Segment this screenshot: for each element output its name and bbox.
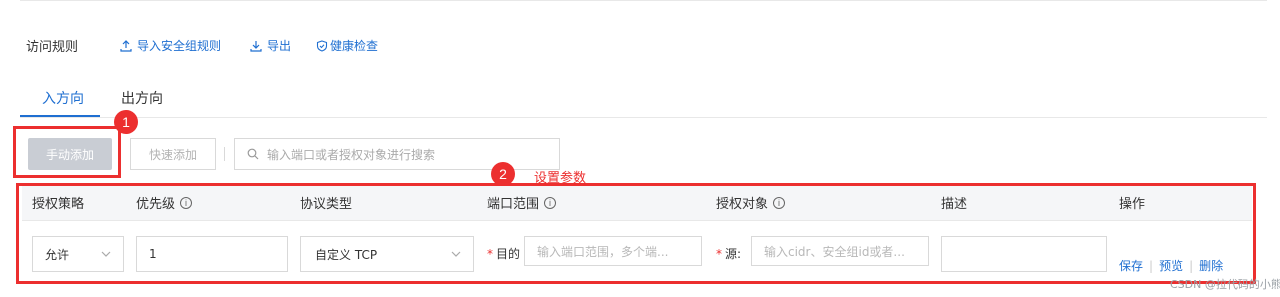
annotation-box-1 xyxy=(13,126,121,178)
tab-outbound[interactable]: 出方向 xyxy=(121,88,163,108)
search-icon xyxy=(247,148,259,160)
watermark: CSDN @拉代码的小熊 xyxy=(1170,278,1280,291)
export-link[interactable]: 导出 xyxy=(250,37,291,54)
export-label: 导出 xyxy=(267,39,292,53)
health-check-link[interactable]: 健康检查 xyxy=(316,37,378,54)
toolbar-separator xyxy=(224,147,225,161)
health-check-label: 健康检查 xyxy=(330,39,379,53)
tab-inbound[interactable]: 入方向 xyxy=(42,88,84,108)
import-rules-link[interactable]: 导入安全组规则 xyxy=(120,37,221,54)
annotation-box-2 xyxy=(16,183,1256,284)
quick-add-button[interactable]: 快速添加 xyxy=(130,138,216,170)
tab-divider xyxy=(20,117,1267,118)
top-divider xyxy=(20,0,1267,1)
upload-icon xyxy=(120,39,132,52)
section-title: 访问规则 xyxy=(26,40,79,55)
annotation-badge-2: 2 xyxy=(491,162,515,186)
import-rules-label: 导入安全组规则 xyxy=(137,39,222,53)
shield-check-icon xyxy=(316,39,328,52)
download-icon xyxy=(250,40,262,52)
annotation-label-set-params: 设置参数 xyxy=(534,171,587,186)
tab-active-indicator xyxy=(20,115,100,117)
search-placeholder: 输入端口或者授权对象进行搜索 xyxy=(267,147,436,162)
annotation-badge-1: 1 xyxy=(114,110,138,134)
